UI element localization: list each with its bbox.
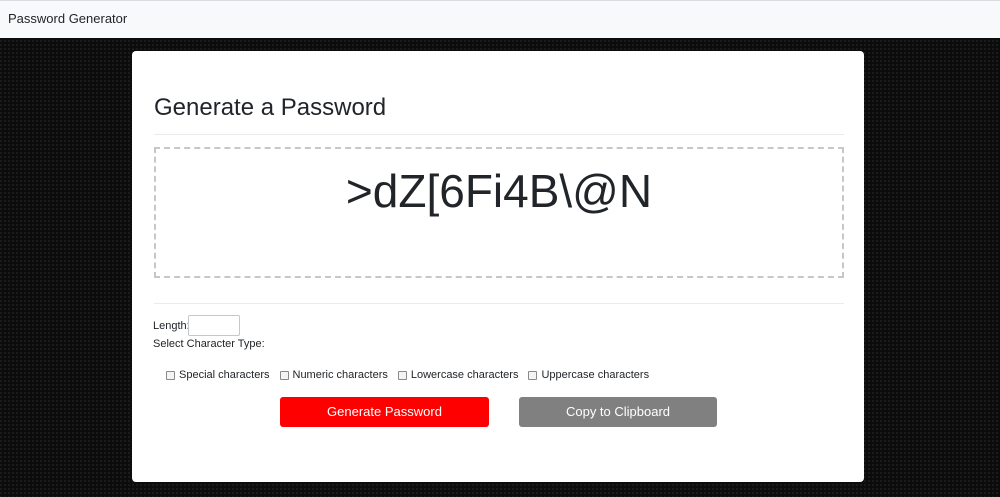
password-card: Generate a Password >dZ[6Fi4B\@N Length:… [132, 51, 864, 482]
lowercase-checkbox[interactable] [397, 370, 407, 380]
character-type-options: Special characters Numeric characters Lo… [166, 368, 659, 382]
generate-password-button[interactable]: Generate Password [280, 397, 489, 427]
navbar: Password Generator [0, 0, 1000, 38]
character-type-label: Select Character Type: [153, 338, 265, 350]
option-special[interactable]: Special characters [166, 368, 270, 382]
password-text: >dZ[6Fi4B\@N [345, 165, 653, 217]
option-numeric[interactable]: Numeric characters [279, 368, 388, 382]
navbar-brand[interactable]: Password Generator [8, 11, 127, 27]
special-label: Special characters [179, 369, 270, 381]
form-divider [154, 303, 844, 304]
length-input[interactable] [188, 315, 240, 336]
numeric-label: Numeric characters [292, 369, 388, 381]
card-title: Generate a Password [154, 94, 387, 121]
password-output[interactable]: >dZ[6Fi4B\@N [154, 147, 844, 278]
length-label: Length: [153, 320, 190, 332]
header-divider [154, 134, 844, 135]
lowercase-label: Lowercase characters [410, 369, 519, 381]
uppercase-label: Uppercase characters [541, 369, 650, 381]
uppercase-checkbox[interactable] [528, 370, 538, 380]
option-lowercase[interactable]: Lowercase characters [397, 368, 519, 382]
option-uppercase[interactable]: Uppercase characters [528, 368, 649, 382]
special-checkbox[interactable] [166, 370, 175, 380]
copy-to-clipboard-button[interactable]: Copy to Clipboard [519, 397, 717, 427]
numeric-checkbox[interactable] [279, 370, 289, 380]
